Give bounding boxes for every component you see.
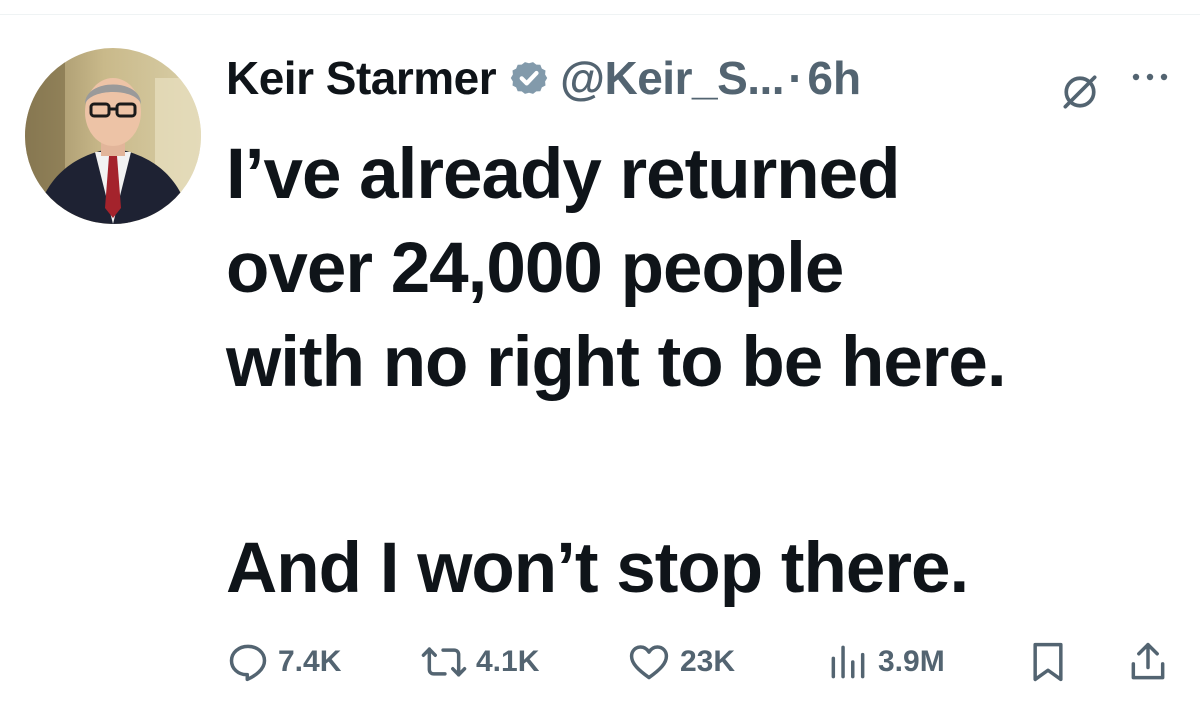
top-divider bbox=[0, 14, 1200, 15]
more-icon[interactable] bbox=[1128, 66, 1172, 88]
tweet-text-line: And I won’t stop there. bbox=[226, 529, 969, 608]
reply-button[interactable]: 7.4K bbox=[226, 636, 341, 688]
header-separator: · bbox=[788, 52, 804, 104]
avatar[interactable] bbox=[25, 48, 201, 224]
views-button[interactable]: 3.9M bbox=[826, 636, 945, 688]
reply-icon bbox=[226, 640, 270, 684]
bookmark-button[interactable] bbox=[1026, 636, 1070, 688]
tweet-text-line: over 24,000 people bbox=[226, 229, 844, 308]
verified-badge-icon[interactable] bbox=[506, 55, 552, 101]
tweet-actions: 7.4K 4.1K 23K 3.9M bbox=[226, 636, 1176, 688]
grok-icon[interactable] bbox=[1058, 70, 1102, 114]
views-count: 3.9M bbox=[878, 645, 945, 678]
tweet-time[interactable]: 6h bbox=[807, 51, 861, 105]
tweet-header: Keir Starmer @Keir_S... · 6h bbox=[226, 46, 1186, 110]
like-button[interactable]: 23K bbox=[626, 636, 735, 688]
reply-count: 7.4K bbox=[278, 645, 342, 678]
heart-icon bbox=[626, 640, 672, 684]
tweet-text-line: I’ve already returned bbox=[226, 135, 901, 214]
author-handle[interactable]: @Keir_S... bbox=[560, 51, 784, 105]
tweet-text-line: with no right to be here. bbox=[226, 323, 1007, 402]
repost-icon bbox=[420, 640, 468, 684]
repost-count: 4.1K bbox=[476, 645, 540, 678]
author-name[interactable]: Keir Starmer bbox=[226, 51, 497, 105]
bookmark-icon bbox=[1026, 638, 1070, 686]
views-icon bbox=[826, 640, 870, 684]
repost-button[interactable]: 4.1K bbox=[420, 636, 539, 688]
like-count: 23K bbox=[680, 645, 736, 678]
share-icon bbox=[1126, 638, 1170, 686]
share-button[interactable] bbox=[1126, 636, 1170, 688]
tweet-text: I’ve already returned over 24,000 people… bbox=[226, 128, 1186, 410]
